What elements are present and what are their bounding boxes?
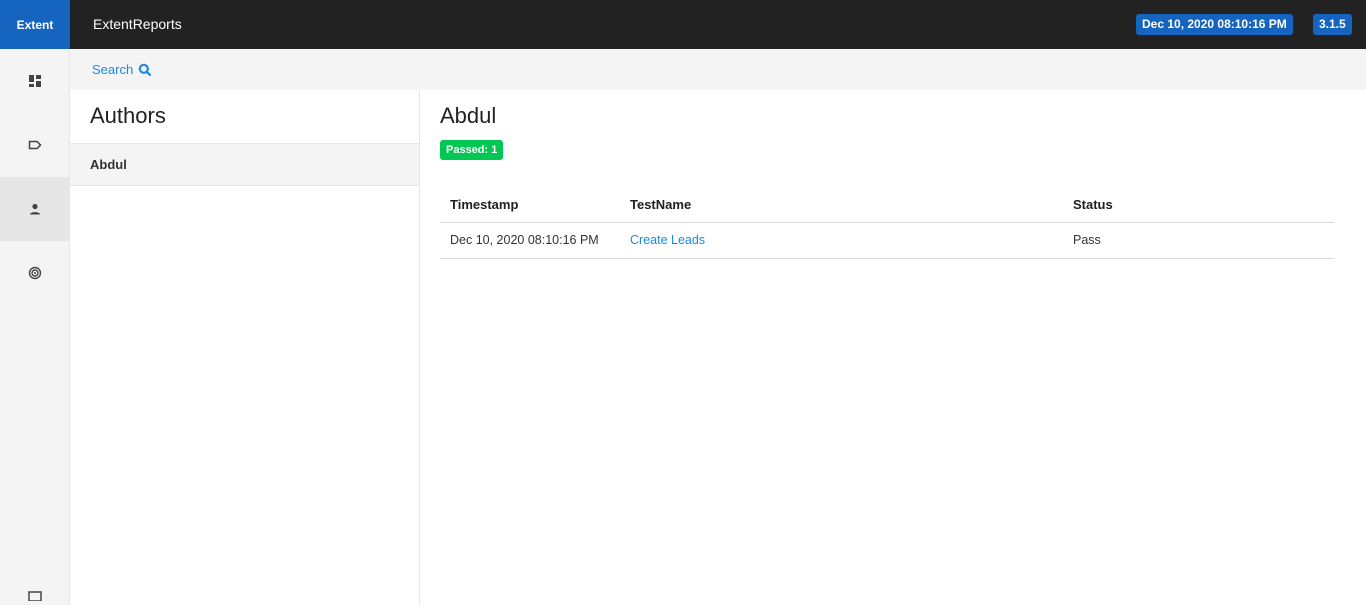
monitor-icon — [27, 591, 42, 601]
search-link[interactable]: Search — [92, 49, 133, 90]
author-detail-title: Abdul — [440, 103, 497, 128]
nav-tags[interactable] — [0, 113, 69, 177]
test-status: Pass — [1063, 222, 1334, 259]
nav-exceptions[interactable] — [0, 241, 69, 305]
search-bar: Search — [70, 49, 1366, 90]
brand-logo[interactable]: Extent — [0, 0, 70, 49]
authors-list-pane: Authors Abdul — [70, 90, 420, 605]
test-name-link[interactable]: Create Leads — [630, 233, 705, 247]
nav-dashboard[interactable] — [0, 49, 69, 113]
person-icon — [29, 203, 40, 215]
test-timestamp: Dec 10, 2020 08:10:16 PM — [440, 222, 620, 259]
report-title: ExtentReports — [93, 16, 182, 32]
column-header-status: Status — [1063, 188, 1334, 223]
author-detail: Abdul Passed: 1 Timestamp TestName Statu… — [420, 90, 1366, 605]
author-name: Abdul — [90, 157, 127, 172]
table-row: Dec 10, 2020 08:10:16 PM Create Leads Pa… — [440, 222, 1334, 259]
side-nav — [0, 49, 70, 605]
authors-heading: Authors — [90, 103, 166, 128]
author-list-item[interactable]: Abdul — [70, 143, 419, 186]
exception-icon — [28, 266, 41, 280]
top-navbar: Extent ExtentReports Dec 10, 2020 08:10:… — [0, 0, 1366, 49]
column-header-timestamp: Timestamp — [440, 188, 620, 223]
passed-count-badge: Passed: 1 — [440, 140, 504, 160]
author-tests-table: Timestamp TestName Status Dec 10, 2020 0… — [440, 188, 1334, 259]
column-header-testname: TestName — [620, 188, 1063, 223]
nav-environment[interactable] — [0, 587, 69, 605]
version-badge: 3.1.5 — [1313, 14, 1352, 35]
nav-authors[interactable] — [0, 177, 69, 241]
table-header-row: Timestamp TestName Status — [440, 188, 1334, 223]
tag-icon — [28, 140, 42, 150]
report-date-badge: Dec 10, 2020 08:10:16 PM — [1136, 14, 1293, 35]
search-icon[interactable] — [138, 63, 152, 77]
dashboard-icon — [28, 75, 41, 87]
